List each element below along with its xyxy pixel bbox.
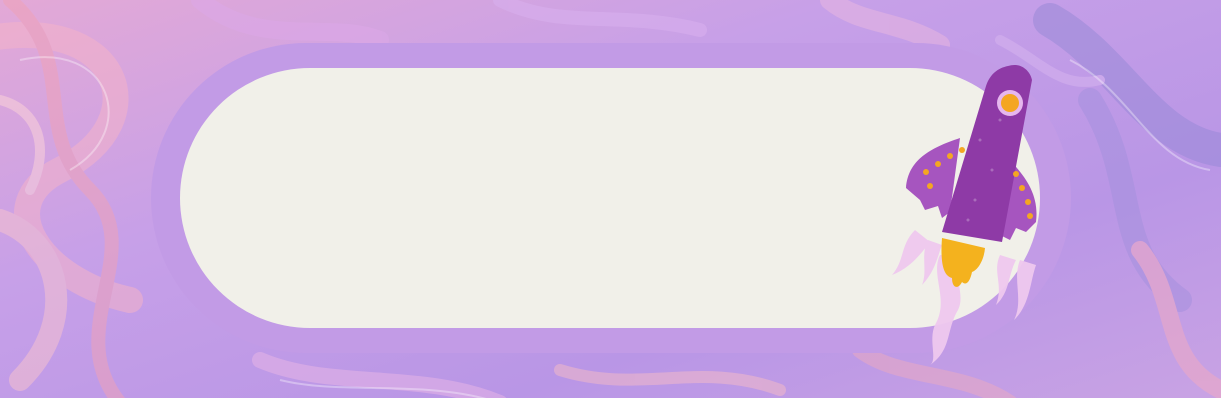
- bottom-edge: [0, 398, 1221, 403]
- banner-canvas: [0, 0, 1221, 403]
- rocket-icon: [892, 64, 1037, 365]
